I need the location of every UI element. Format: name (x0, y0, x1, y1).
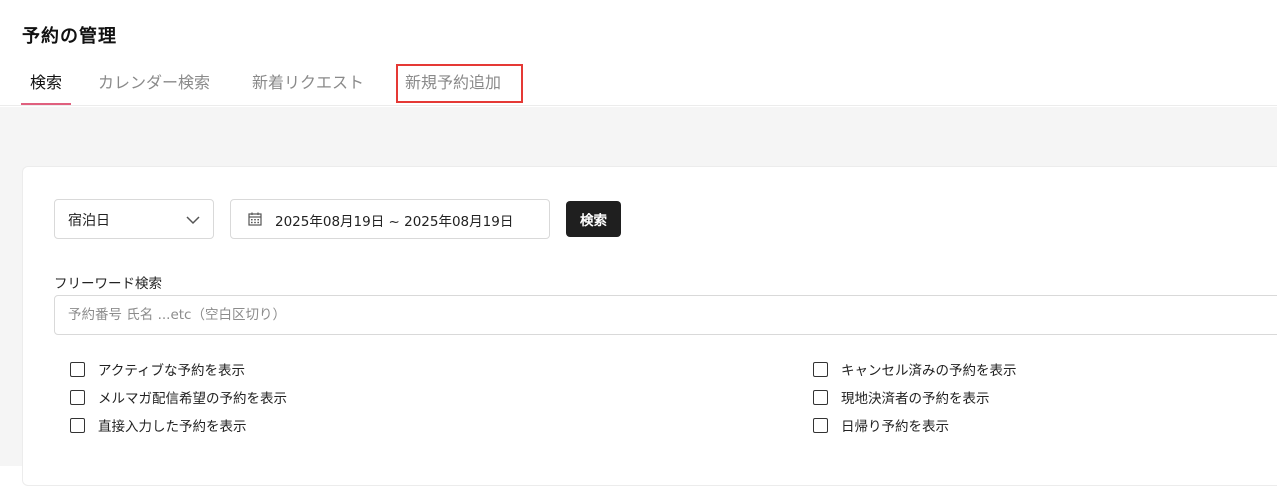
filter-active-checkbox[interactable]: アクティブな予約を表示 (70, 359, 245, 379)
checkbox-box[interactable] (70, 417, 85, 433)
checkbox-box[interactable] (813, 361, 828, 377)
checkbox-box[interactable] (813, 417, 828, 433)
filter-direct-input-checkbox[interactable]: 直接入力した予約を表示 (70, 415, 247, 435)
tab-new-reservation[interactable]: 新規予約追加 (405, 62, 501, 106)
checkbox-label: キャンセル済みの予約を表示 (841, 363, 1017, 379)
checkbox-label: メルマガ配信希望の予約を表示 (98, 391, 287, 407)
filter-cancelled-checkbox[interactable]: キャンセル済みの予約を表示 (813, 359, 1017, 379)
filter-newsletter-checkbox[interactable]: メルマガ配信希望の予約を表示 (70, 387, 287, 407)
page-header: 予約の管理 検索 カレンダー検索 新着リクエスト 新規予約追加 (0, 0, 1277, 106)
checkbox-box[interactable] (813, 389, 828, 405)
filter-day-trip-checkbox[interactable]: 日帰り予約を表示 (813, 415, 949, 435)
filter-onsite-payment-checkbox[interactable]: 現地決済者の予約を表示 (813, 387, 990, 407)
checkbox-label: 現地決済者の予約を表示 (841, 391, 990, 407)
free-word-label: フリーワード検索 (54, 276, 162, 292)
tab-search[interactable]: 検索 (21, 62, 71, 106)
calendar-icon (248, 212, 262, 226)
date-range-value: 2025年08月19日 ~ 2025年08月19日 (275, 214, 514, 230)
checkbox-box[interactable] (70, 389, 85, 405)
free-word-input[interactable] (54, 295, 1277, 335)
chevron-down-icon (186, 216, 200, 225)
date-type-value: 宿泊日 (68, 213, 110, 229)
tab-new-requests[interactable]: 新着リクエスト (252, 62, 364, 106)
checkbox-label: 直接入力した予約を表示 (98, 419, 247, 435)
checkbox-box[interactable] (70, 361, 85, 377)
tab-calendar-search[interactable]: カレンダー検索 (98, 62, 210, 106)
checkbox-label: アクティブな予約を表示 (98, 363, 246, 379)
search-button[interactable]: 検索 (566, 201, 621, 237)
page-title: 予約の管理 (22, 26, 117, 47)
date-type-select[interactable]: 宿泊日 (54, 199, 214, 239)
checkbox-label: 日帰り予約を表示 (841, 419, 949, 435)
date-range-picker[interactable]: 2025年08月19日 ~ 2025年08月19日 (230, 199, 550, 239)
